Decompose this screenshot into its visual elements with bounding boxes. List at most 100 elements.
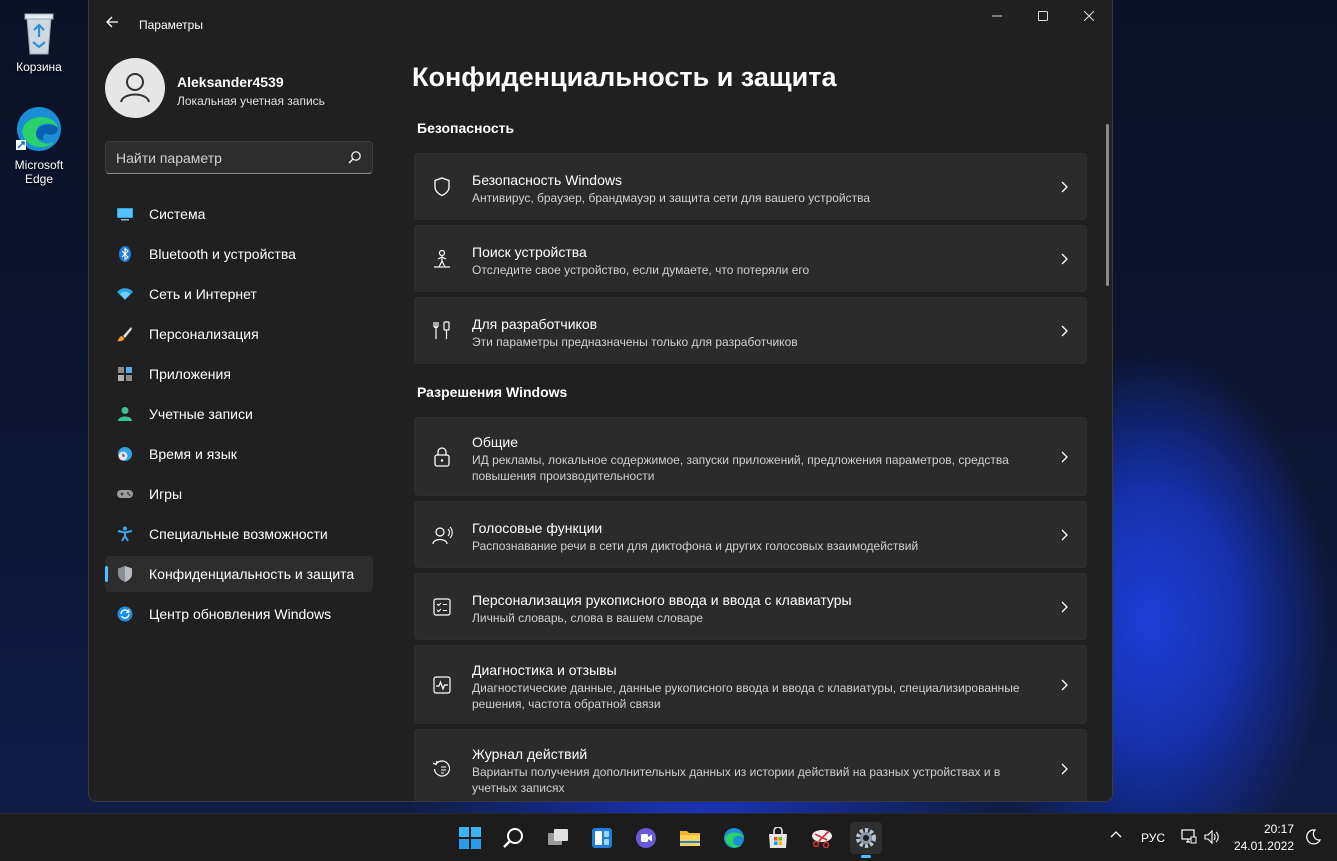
chevron-right-icon <box>1061 253 1068 265</box>
card-description: ИД рекламы, локальное содержимое, запуск… <box>472 453 1009 483</box>
desktop-icon-recycle-bin[interactable]: Корзина <box>4 8 74 74</box>
search-box[interactable] <box>105 141 373 174</box>
chevron-right-icon <box>1061 529 1068 541</box>
card-general[interactable]: Общие ИД рекламы, локальное содержимое, … <box>414 417 1087 496</box>
snipping-icon <box>812 830 832 849</box>
minimize-button[interactable] <box>974 6 1020 28</box>
tray-language[interactable]: РУС <box>1141 831 1165 845</box>
desktop-icon-label: Microsoft Edge <box>14 158 64 186</box>
taskbar-edge-button[interactable] <box>718 822 750 854</box>
sidebar-item-label: Bluetooth и устройства <box>149 246 296 262</box>
taskbar-start-button[interactable] <box>454 822 486 854</box>
settings-window: Параметры Aleksander4539 Локальная учетн… <box>88 0 1113 802</box>
card-title: Для разработчиков <box>472 316 598 332</box>
back-button[interactable] <box>101 14 123 36</box>
card-diagnostics-feedback[interactable]: Диагностика и отзывы Диагностические дан… <box>414 645 1087 724</box>
sidebar-item-accounts[interactable]: Учетные записи <box>105 396 373 432</box>
brush-icon <box>117 327 132 342</box>
checklist-icon <box>433 598 451 616</box>
chevron-right-icon <box>1061 763 1068 775</box>
taskbar-task-view-button[interactable] <box>542 822 574 854</box>
bluetooth-icon <box>119 246 131 262</box>
sidebar-item-label: Приложения <box>149 366 231 382</box>
settings-icon <box>856 828 876 848</box>
chevron-right-icon <box>1061 601 1068 613</box>
voice-icon <box>432 526 453 545</box>
network-icon[interactable] <box>1180 828 1198 846</box>
card-windows-security[interactable]: Безопасность Windows Антивирус, браузер,… <box>414 153 1087 220</box>
card-description: Антивирус, браузер, брандмауэр и защита … <box>472 191 871 205</box>
sidebar-item-apps[interactable]: Приложения <box>105 356 373 392</box>
tray-clock-date[interactable]: 24.01.2022 <box>1230 839 1294 853</box>
chevron-right-icon <box>1061 451 1068 463</box>
chevron-right-icon <box>1061 325 1068 337</box>
edge-icon <box>16 107 61 151</box>
sidebar-item-network[interactable]: Сеть и Интернет <box>105 276 373 312</box>
globe-clock-icon <box>118 447 132 461</box>
card-find-my-device[interactable]: Поиск устройства Отследите свое устройст… <box>414 225 1087 292</box>
sidebar-item-bluetooth[interactable]: Bluetooth и устройства <box>105 236 373 272</box>
minimize-icon <box>992 15 1002 17</box>
update-icon <box>117 606 133 622</box>
sidebar-item-time-language[interactable]: Время и язык <box>105 436 373 472</box>
taskbar-snipping-button[interactable] <box>806 822 838 854</box>
file-explorer-icon <box>680 831 700 846</box>
card-title: Голосовые функции <box>472 520 603 536</box>
arrow-left-icon <box>106 16 118 28</box>
sidebar-item-label: Система <box>149 206 206 222</box>
taskbar-settings-button[interactable] <box>850 822 882 858</box>
sidebar-item-label: Конфиденциальность и защита <box>149 566 355 582</box>
scrollbar[interactable] <box>1106 124 1109 286</box>
user-name: Aleksander4539 <box>177 74 284 90</box>
search-input[interactable] <box>116 142 336 173</box>
taskbar-store-button[interactable] <box>762 822 794 854</box>
sidebar-item-windows-update[interactable]: Центр обновления Windows <box>105 596 373 632</box>
person-avatar-icon <box>120 73 150 103</box>
card-title: Персонализация рукописного ввода и ввода… <box>472 592 852 608</box>
sidebar-item-label: Сеть и Интернет <box>149 286 257 302</box>
page-title: Конфиденциальность и защита <box>412 62 837 92</box>
tray-clock-time[interactable]: 20:17 <box>1240 822 1294 836</box>
card-description: Отследите свое устройство, если думаете,… <box>472 263 810 277</box>
recycle-bin-icon <box>24 13 54 55</box>
chevron-right-icon <box>1061 181 1068 193</box>
task-view-icon <box>548 829 568 845</box>
taskbar-chat-button[interactable] <box>630 822 662 854</box>
taskbar: РУС 20:17 24.01.2022 <box>0 813 1337 861</box>
card-inking-typing[interactable]: Персонализация рукописного ввода и ввода… <box>414 573 1087 640</box>
gamepad-icon <box>117 490 133 498</box>
tray-overflow-button[interactable] <box>1110 828 1122 844</box>
sidebar-nav: Система Bluetooth и устройства Сеть и Ин… <box>105 196 373 636</box>
sidebar-item-accessibility[interactable]: Специальные возможности <box>105 516 373 552</box>
sidebar-item-personalization[interactable]: Персонализация <box>105 316 373 352</box>
card-speech[interactable]: Голосовые функции Распознавание речи в с… <box>414 501 1087 568</box>
accessibility-icon <box>117 526 133 542</box>
sidebar-item-label: Центр обновления Windows <box>149 606 332 622</box>
taskbar-search-button[interactable] <box>498 822 530 854</box>
teams-chat-icon <box>636 828 656 848</box>
card-description: Эти параметры предназначены только для р… <box>472 335 798 349</box>
history-icon <box>432 760 451 777</box>
sidebar-item-system[interactable]: Система <box>105 196 373 232</box>
card-description: Личный словарь, слова в вашем словаре <box>472 611 704 625</box>
taskbar-file-explorer-button[interactable] <box>674 822 706 854</box>
sidebar-item-label: Специальные возможности <box>149 526 328 542</box>
taskbar-widgets-button[interactable] <box>586 822 618 854</box>
desktop-icon-label: Корзина <box>16 60 62 74</box>
volume-icon[interactable] <box>1203 828 1221 846</box>
section-title-security: Безопасность <box>417 120 515 136</box>
search-icon[interactable] <box>348 150 362 164</box>
maximize-button[interactable] <box>1020 6 1066 28</box>
close-button[interactable] <box>1066 6 1112 28</box>
widgets-icon <box>592 828 612 848</box>
title-bar: Параметры <box>89 0 1112 48</box>
close-icon <box>1083 10 1095 22</box>
focus-assist-moon-icon[interactable] <box>1304 828 1322 846</box>
card-for-developers[interactable]: Для разработчиков Эти параметры предназн… <box>414 297 1087 364</box>
card-activity-history[interactable]: Журнал действий Варианты получения допол… <box>414 729 1087 801</box>
lock-icon <box>434 447 450 467</box>
card-title: Журнал действий <box>472 746 588 762</box>
sidebar-item-gaming[interactable]: Игры <box>105 476 373 512</box>
sidebar-item-privacy[interactable]: Конфиденциальность и защита <box>105 556 373 592</box>
desktop-icon-edge[interactable]: Microsoft Edge <box>4 104 74 186</box>
